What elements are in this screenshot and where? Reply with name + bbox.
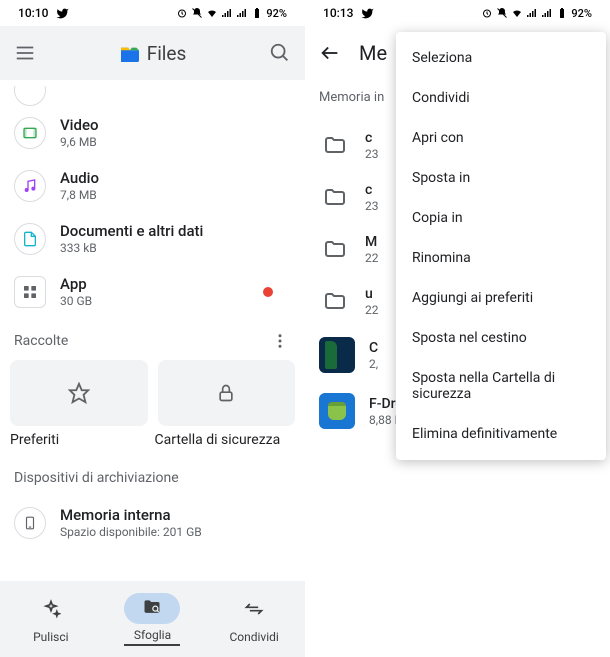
mute-icon xyxy=(191,7,203,19)
storage-header: Dispositivi di archiviazione xyxy=(0,448,305,496)
menu-open-with[interactable]: Apri con xyxy=(396,118,606,158)
search-icon[interactable] xyxy=(269,42,291,64)
menu-copy-to[interactable]: Copia in xyxy=(396,198,606,238)
files-logo-icon xyxy=(119,44,141,62)
content: Video9,6 MB Audio7,8 MB Documenti e altr… xyxy=(0,80,305,581)
sparkle-icon xyxy=(41,599,61,619)
menu-icon[interactable] xyxy=(14,42,36,64)
category-audio[interactable]: Audio7,8 MB xyxy=(0,159,305,212)
menu-delete[interactable]: Elimina definitivamente xyxy=(396,414,606,454)
app-title: Files xyxy=(147,42,187,65)
category-documents[interactable]: Documenti e altri dati333 kB xyxy=(0,212,305,265)
category-row-cut[interactable] xyxy=(0,86,305,106)
menu-trash[interactable]: Sposta nel cestino xyxy=(396,318,606,358)
nav-clean[interactable]: Pulisci xyxy=(23,595,79,644)
app-bar: Files xyxy=(0,26,305,80)
signal-icon xyxy=(236,7,248,19)
menu-move-to[interactable]: Sposta in xyxy=(396,158,606,198)
menu-rename[interactable]: Rinomina xyxy=(396,238,606,278)
signal-icon xyxy=(526,7,538,19)
safe-folder-label: Cartella di sicurezza xyxy=(151,432,296,448)
status-bar: 10:10 92% xyxy=(0,0,305,26)
twitter-icon xyxy=(361,7,374,20)
menu-add-favorites[interactable]: Aggiungi ai preferiti xyxy=(396,278,606,318)
status-time: 10:13 xyxy=(323,6,353,20)
status-bar: 10:13 92% xyxy=(305,0,610,26)
mute-icon xyxy=(496,7,508,19)
favorites-card[interactable] xyxy=(10,360,148,426)
menu-select[interactable]: Seleziona xyxy=(396,38,606,78)
favorites-label: Preferiti xyxy=(10,432,151,448)
status-time: 10:10 xyxy=(18,6,48,20)
twitter-icon xyxy=(56,7,69,20)
notification-dot xyxy=(263,287,273,297)
menu-share[interactable]: Condividi xyxy=(396,78,606,118)
category-apps[interactable]: App30 GB xyxy=(0,265,305,318)
internal-storage[interactable]: Memoria internaSpazio disponibile: 201 G… xyxy=(0,496,305,549)
menu-safe-folder[interactable]: Sposta nella Cartella di sicurezza xyxy=(396,358,606,414)
page-title: Me xyxy=(359,41,387,65)
document-icon xyxy=(22,231,38,247)
folder-icon xyxy=(323,237,347,261)
battery-icon xyxy=(251,7,263,19)
phone-icon xyxy=(23,514,37,532)
folder-icon xyxy=(323,185,347,209)
film-icon xyxy=(22,125,38,141)
app-thumbnail xyxy=(319,393,355,429)
right-phone: 10:13 92% Me Memoria in c23 c23 M22 xyxy=(305,0,610,657)
star-icon xyxy=(68,382,90,404)
apps-icon xyxy=(22,284,38,300)
collections-header: Raccolte xyxy=(0,318,305,360)
alarm-icon xyxy=(176,7,188,19)
wifi-icon xyxy=(511,7,523,19)
music-icon xyxy=(22,178,38,194)
alarm-icon xyxy=(481,7,493,19)
battery-icon xyxy=(556,7,568,19)
signal-icon xyxy=(541,7,553,19)
battery-percent: 92% xyxy=(571,7,592,20)
swap-icon xyxy=(244,599,264,619)
safe-folder-card[interactable] xyxy=(158,360,296,426)
nav-browse[interactable]: Sfoglia xyxy=(124,593,180,646)
more-icon[interactable] xyxy=(271,332,289,350)
category-video[interactable]: Video9,6 MB xyxy=(0,106,305,159)
context-menu: Seleziona Condividi Apri con Sposta in C… xyxy=(396,32,606,460)
signal-icon xyxy=(221,7,233,19)
bottom-nav: Pulisci Sfoglia Condividi xyxy=(0,581,305,657)
folder-search-icon xyxy=(142,597,162,617)
lock-icon xyxy=(216,383,236,403)
folder-icon xyxy=(323,289,347,313)
folder-icon xyxy=(323,133,347,157)
battery-percent: 92% xyxy=(266,7,287,20)
app-thumbnail xyxy=(319,337,355,373)
back-icon[interactable] xyxy=(319,42,341,64)
left-phone: 10:10 92% Files Video9,6 MB xyxy=(0,0,305,657)
nav-share[interactable]: Condividi xyxy=(226,595,282,644)
wifi-icon xyxy=(206,7,218,19)
